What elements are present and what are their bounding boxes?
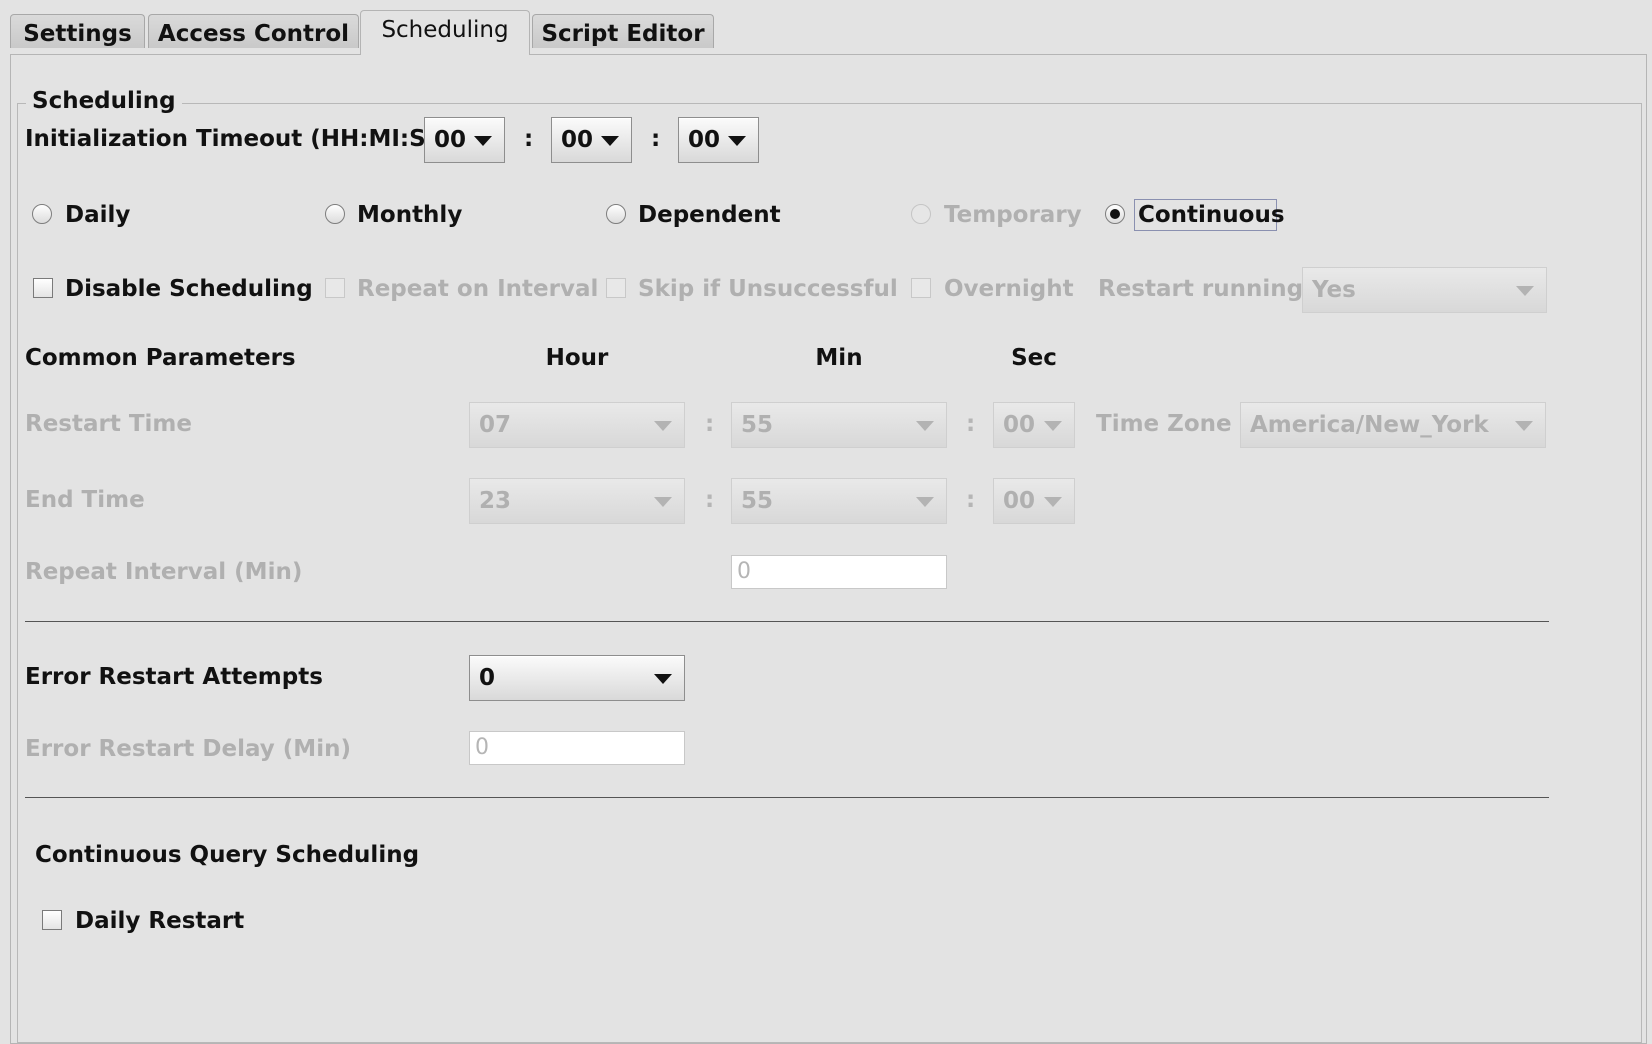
chevron-down-icon	[728, 136, 746, 146]
chevron-down-icon	[474, 136, 492, 146]
overnight-label[interactable]: Overnight	[944, 276, 1074, 302]
common-parameters-title: Common Parameters	[25, 345, 296, 371]
init-timeout-hh-value: 00	[434, 127, 467, 153]
chevron-down-icon	[601, 136, 619, 146]
daily-restart-checkbox[interactable]	[42, 910, 62, 930]
chevron-down-icon	[654, 674, 672, 684]
restart-time-label: Restart Time	[25, 411, 192, 437]
time-zone-value: America/New_York	[1250, 412, 1489, 438]
chevron-down-icon	[654, 421, 672, 431]
overnight-checkbox[interactable]	[911, 278, 931, 298]
end-hour-select[interactable]: 23	[469, 478, 685, 524]
radio-daily-label[interactable]: Daily	[65, 202, 130, 228]
restart-sec-select[interactable]: 00	[993, 402, 1075, 448]
tab-access-control[interactable]: Access Control	[148, 14, 359, 48]
restart-hour-value: 07	[479, 412, 512, 438]
init-timeout-mi-select[interactable]: 00	[551, 117, 632, 163]
time-separator: :	[966, 411, 976, 437]
end-min-select[interactable]: 55	[731, 478, 947, 524]
restart-running-value: Yes	[1312, 277, 1356, 303]
tab-script-editor[interactable]: Script Editor	[532, 14, 714, 48]
restart-hour-select[interactable]: 07	[469, 402, 685, 448]
chevron-down-icon	[916, 421, 934, 431]
init-timeout-label: Initialization Timeout (HH:MI:SS)	[25, 126, 452, 152]
radio-dependent-label[interactable]: Dependent	[638, 202, 781, 228]
error-restart-delay-input[interactable]: 0	[469, 731, 685, 765]
end-time-label: End Time	[25, 487, 145, 513]
repeat-interval-label: Repeat Interval (Min)	[25, 559, 303, 585]
divider	[25, 621, 1549, 622]
error-restart-attempts-select[interactable]: 0	[469, 655, 685, 701]
time-zone-label: Time Zone	[1096, 411, 1232, 437]
chevron-down-icon	[1516, 286, 1534, 296]
daily-restart-label[interactable]: Daily Restart	[75, 908, 244, 934]
end-sec-select[interactable]: 00	[993, 478, 1075, 524]
radio-temporary[interactable]	[911, 204, 931, 224]
time-separator: :	[966, 487, 976, 513]
radio-continuous[interactable]	[1105, 204, 1125, 224]
chevron-down-icon	[1044, 421, 1062, 431]
time-separator: :	[705, 487, 715, 513]
time-zone-select[interactable]: America/New_York	[1240, 402, 1546, 448]
radio-monthly-label[interactable]: Monthly	[357, 202, 462, 228]
chevron-down-icon	[1044, 497, 1062, 507]
radio-continuous-label[interactable]: Continuous	[1138, 202, 1285, 228]
error-restart-attempts-value: 0	[479, 665, 496, 691]
init-timeout-mi-value: 00	[561, 127, 594, 153]
time-separator: :	[524, 126, 534, 152]
end-hour-value: 23	[479, 488, 512, 514]
restart-sec-value: 00	[1003, 412, 1036, 438]
error-restart-delay-label: Error Restart Delay (Min)	[25, 736, 351, 762]
column-min: Min	[815, 345, 863, 371]
skip-if-unsuccessful-label[interactable]: Skip if Unsuccessful	[638, 276, 898, 302]
restart-running-select[interactable]: Yes	[1302, 267, 1547, 313]
repeat-on-interval-checkbox[interactable]	[325, 278, 345, 298]
column-hour: Hour	[545, 345, 609, 371]
scheduling-group-title: Scheduling	[26, 88, 182, 114]
disable-scheduling-label[interactable]: Disable Scheduling	[65, 276, 313, 302]
restart-running-label: Restart running	[1098, 276, 1304, 302]
disable-scheduling-checkbox[interactable]	[33, 278, 53, 298]
chevron-down-icon	[916, 497, 934, 507]
end-min-value: 55	[741, 488, 774, 514]
chevron-down-icon	[1515, 421, 1533, 431]
radio-daily[interactable]	[32, 204, 52, 224]
repeat-on-interval-label[interactable]: Repeat on Interval	[357, 276, 598, 302]
restart-min-value: 55	[741, 412, 774, 438]
radio-dependent[interactable]	[606, 204, 626, 224]
tab-settings[interactable]: Settings	[10, 14, 145, 48]
init-timeout-hh-select[interactable]: 00	[424, 117, 505, 163]
time-separator: :	[705, 411, 715, 437]
restart-min-select[interactable]: 55	[731, 402, 947, 448]
skip-if-unsuccessful-checkbox[interactable]	[606, 278, 626, 298]
error-restart-attempts-label: Error Restart Attempts	[25, 664, 323, 690]
column-sec: Sec	[1011, 345, 1057, 371]
chevron-down-icon	[654, 497, 672, 507]
radio-monthly[interactable]	[325, 204, 345, 224]
end-sec-value: 00	[1003, 488, 1036, 514]
repeat-interval-input[interactable]: 0	[731, 555, 947, 589]
tab-scheduling[interactable]: Scheduling	[360, 10, 530, 55]
time-separator: :	[651, 126, 661, 152]
continuous-query-title: Continuous Query Scheduling	[35, 842, 420, 868]
divider	[25, 797, 1549, 798]
init-timeout-ss-value: 00	[688, 127, 721, 153]
radio-temporary-label[interactable]: Temporary	[944, 202, 1082, 228]
init-timeout-ss-select[interactable]: 00	[678, 117, 759, 163]
